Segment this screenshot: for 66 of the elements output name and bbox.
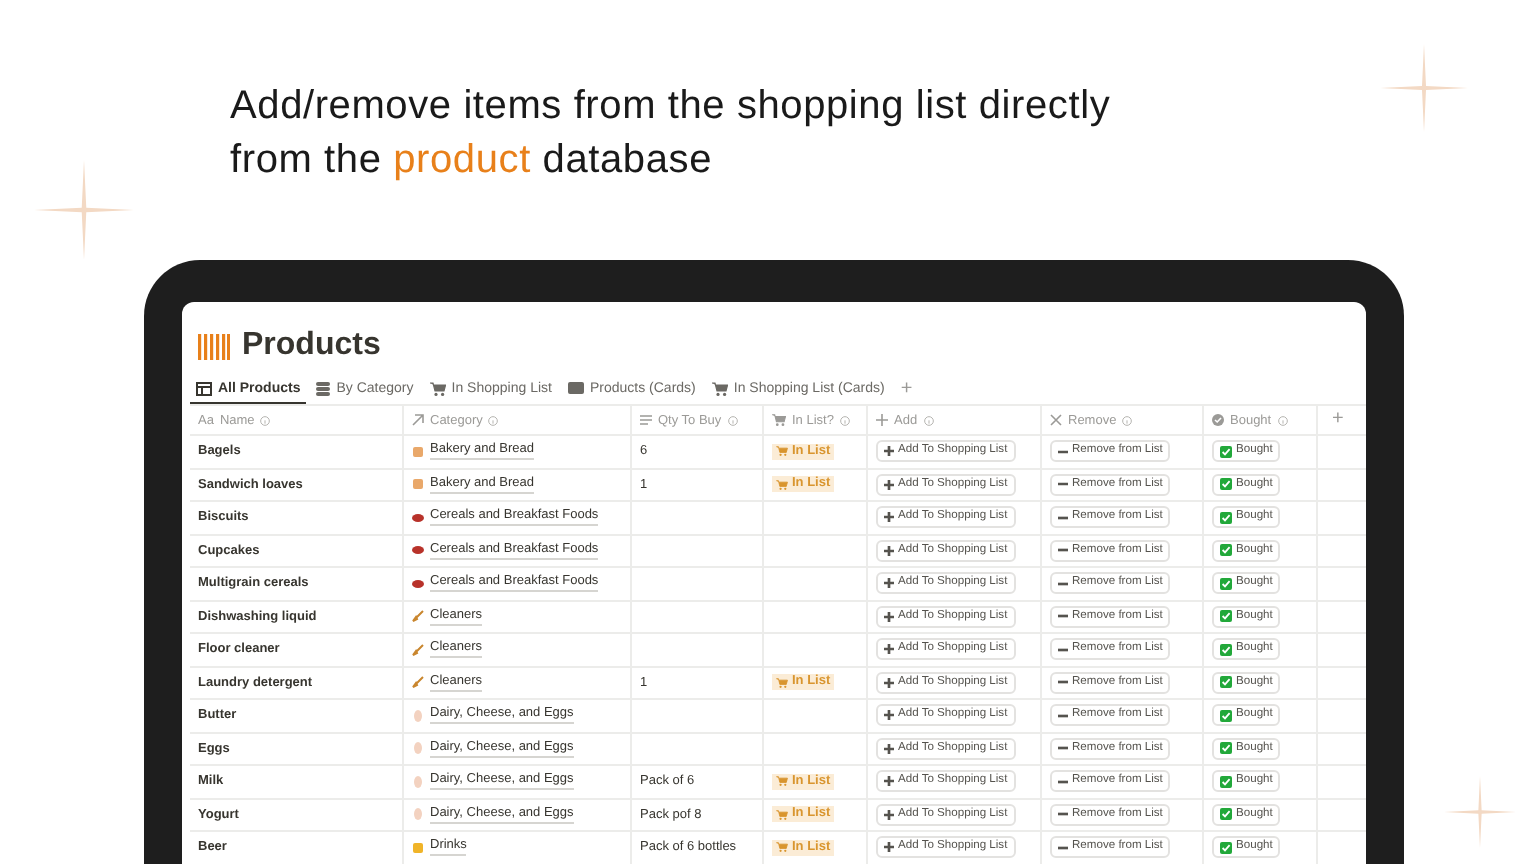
plus-icon <box>884 512 894 523</box>
minus-icon <box>1058 614 1068 619</box>
minus-icon <box>1058 449 1068 454</box>
plus-icon <box>884 776 894 787</box>
check-circle-icon <box>1212 414 1224 426</box>
cart-icon <box>776 809 788 820</box>
info-icon <box>1277 415 1288 425</box>
minus-icon <box>1058 482 1068 487</box>
minus-icon <box>1058 713 1068 718</box>
barcode-icon <box>198 333 230 359</box>
info-icon <box>839 415 850 425</box>
plus-icon <box>884 710 894 721</box>
checkbox-icon <box>1220 544 1232 557</box>
lines-icon <box>640 414 652 426</box>
table-icon <box>196 381 212 395</box>
info-icon <box>1122 415 1133 425</box>
plus-icon <box>884 809 894 820</box>
info-icon <box>488 415 499 425</box>
cart-icon <box>776 479 788 490</box>
plus-icon <box>884 446 894 457</box>
arrow-icon <box>412 414 424 426</box>
cart-icon <box>776 677 788 688</box>
checkbox-icon <box>1220 775 1232 788</box>
minus-icon <box>1058 845 1068 850</box>
page-title: Products <box>242 328 381 364</box>
minus-icon <box>1058 515 1068 520</box>
checkbox-icon <box>1220 478 1232 491</box>
checkbox-icon <box>1220 841 1232 854</box>
minus-icon <box>1058 647 1068 652</box>
cart-icon <box>776 842 788 853</box>
checkbox-icon <box>1220 577 1232 590</box>
plus-icon <box>884 743 894 754</box>
stack-icon <box>316 381 331 395</box>
plus-icon <box>876 414 888 426</box>
plus-icon <box>884 479 894 490</box>
plus-icon <box>884 578 894 589</box>
info-icon <box>923 415 934 425</box>
cart-icon <box>429 381 446 395</box>
minus-icon <box>1058 812 1068 817</box>
cross-icon <box>1050 414 1062 426</box>
cart-icon <box>776 446 788 457</box>
cart-icon <box>772 414 786 426</box>
checkbox-icon <box>1220 676 1232 689</box>
plus-icon <box>884 545 894 556</box>
checkbox-icon <box>1220 742 1232 755</box>
checkbox-icon <box>1220 511 1232 524</box>
plus-icon <box>884 842 894 853</box>
checkbox-icon <box>1220 610 1232 623</box>
minus-icon <box>1058 779 1068 784</box>
cart-icon <box>711 381 728 395</box>
plus-icon <box>884 677 894 688</box>
card-icon <box>567 382 584 394</box>
checkbox-icon <box>1220 445 1232 458</box>
checkbox-icon <box>1220 643 1232 656</box>
minus-icon <box>1058 581 1068 586</box>
info-icon <box>727 415 738 425</box>
cart-icon <box>776 776 788 787</box>
minus-icon <box>1058 680 1068 685</box>
headline: Add/remove items from the shopping list directly from the product database <box>230 82 1113 186</box>
plus-icon <box>884 644 894 655</box>
minus-icon <box>1058 548 1068 553</box>
checkbox-icon <box>1220 709 1232 722</box>
plus-icon <box>884 611 894 622</box>
minus-icon <box>1058 746 1068 751</box>
info-icon <box>260 415 271 425</box>
checkbox-icon <box>1220 808 1232 821</box>
